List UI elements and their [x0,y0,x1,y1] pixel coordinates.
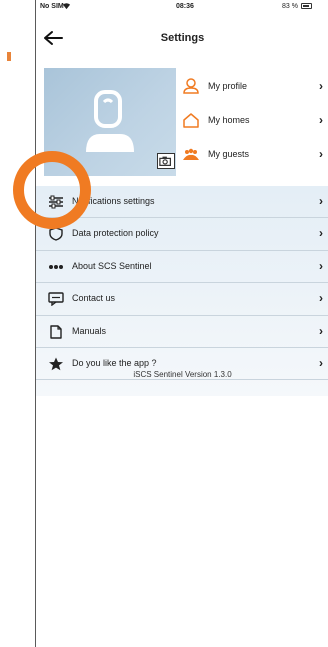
shield-icon [49,227,63,242]
settings-item-data-protection[interactable]: Data protection policy › [36,218,328,251]
star-icon [49,357,63,371]
status-bar: No SIM 08:36 83 % [36,0,328,16]
nav-header: Settings [36,24,328,54]
chevron-right-icon: › [319,355,323,370]
profile-item-label: My homes [208,115,250,125]
battery-percentage: 83 % [282,3,298,10]
wifi-icon [62,3,71,10]
profile-menu: My profile › My homes › My guests › [182,70,328,172]
settings-item-label: Contact us [72,293,116,304]
chevron-right-icon: › [319,194,323,208]
page-title: Settings [160,32,205,44]
settings-item-label: Manuals [72,325,107,336]
chevron-right-icon: › [319,113,323,127]
profile-item-label: My guests [208,149,250,159]
profile-item-label: My profile [208,81,248,91]
document-icon [50,324,62,339]
settings-item-manuals[interactable]: Manuals › [36,316,328,348]
chevron-right-icon: › [319,226,323,241]
phone-screen: No SIM 08:36 83 % Settings My profile › … [35,0,328,647]
status-time: 08:36 [176,3,194,10]
app-version: iSCS Sentinel Version 1.3.0 [133,370,232,379]
settings-item-label: Data protection policy [72,228,159,239]
highlight-circle [13,151,91,229]
settings-item-label: About SCS Sentinel [72,260,152,271]
profile-item-my-guests[interactable]: My guests › [182,138,328,172]
battery-icon [301,3,312,9]
chevron-right-icon: › [319,291,323,306]
chevron-right-icon: › [319,258,323,273]
group-icon [183,148,199,160]
profile-item-my-homes[interactable]: My homes › [182,104,328,138]
chat-icon [48,292,64,307]
dots-icon [49,264,63,269]
settings-panel: Notifications settings › Data protection… [36,186,328,396]
settings-item-contact[interactable]: Contact us › [36,283,328,316]
chevron-right-icon: › [319,79,323,93]
person-icon [183,78,199,94]
chevron-right-icon: › [319,147,323,161]
profile-item-my-profile[interactable]: My profile › [182,70,328,104]
home-icon [183,113,199,128]
orange-side-mark [7,52,11,61]
chevron-right-icon: › [319,323,323,338]
user-placeholder-icon [86,90,134,152]
camera-icon[interactable] [157,153,175,169]
carrier-label: No SIM [40,3,64,10]
settings-item-label: Do you like the app ? [72,357,157,368]
settings-item-about[interactable]: About SCS Sentinel › [36,251,328,284]
